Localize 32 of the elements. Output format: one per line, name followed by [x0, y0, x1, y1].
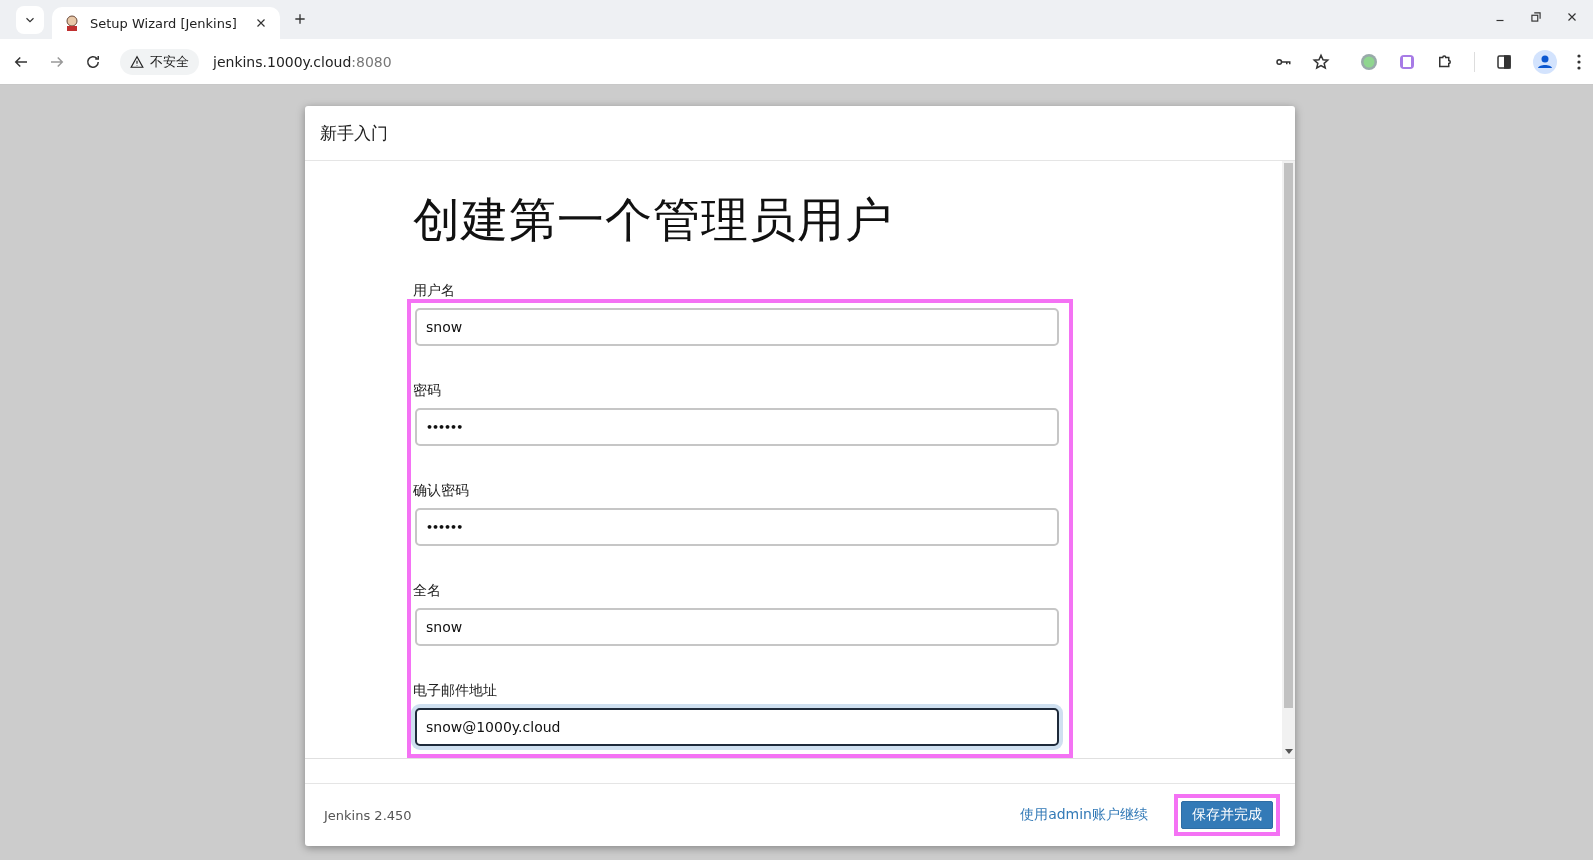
field-label: 全名 [413, 582, 442, 600]
browser-tab[interactable]: Setup Wizard [Jenkins] [52, 7, 280, 39]
continue-as-admin-link[interactable]: 使用admin账户继续 [1020, 806, 1148, 824]
text-field[interactable]: snow [415, 608, 1059, 646]
text-field[interactable]: snow@1000y.cloud [415, 708, 1059, 746]
scrollbar[interactable] [1282, 161, 1295, 758]
plus-icon[interactable] [292, 11, 308, 27]
side-panel-icon[interactable] [1495, 52, 1513, 71]
field-label: 用户名 [413, 282, 456, 300]
password-field[interactable]: •••••• [415, 408, 1059, 446]
text-field[interactable]: snow [415, 308, 1059, 346]
page-heading: 创建第一个管理员用户 [413, 191, 894, 249]
star-icon[interactable] [1312, 52, 1330, 71]
scroll-down-icon[interactable] [1284, 749, 1293, 755]
extension-dot-icon[interactable] [1360, 52, 1378, 71]
security-label: 不安全 [150, 52, 189, 71]
butler-avatar-icon [64, 15, 80, 31]
extension-box-icon[interactable] [1398, 52, 1416, 71]
menu-icon[interactable] [1577, 53, 1581, 70]
security-indicator[interactable]: 不安全 [120, 48, 199, 75]
restore-icon[interactable] [1529, 10, 1543, 24]
field-label: 电子邮件地址 [413, 682, 498, 700]
scrollbar-thumb[interactable] [1284, 163, 1293, 708]
save-and-finish-button[interactable]: 保存并完成 [1181, 801, 1273, 829]
field-label: 确认密码 [413, 482, 470, 500]
warning-icon [130, 54, 144, 69]
profile-avatar-icon[interactable] [1533, 49, 1557, 74]
field-label: 密码 [413, 382, 442, 400]
url-text: jenkins.1000y.cloud:8080 [213, 53, 393, 70]
password-field[interactable]: •••••• [415, 508, 1059, 546]
dialog-title: 新手入门 [320, 121, 388, 145]
version-text: Jenkins 2.450 [324, 807, 413, 823]
